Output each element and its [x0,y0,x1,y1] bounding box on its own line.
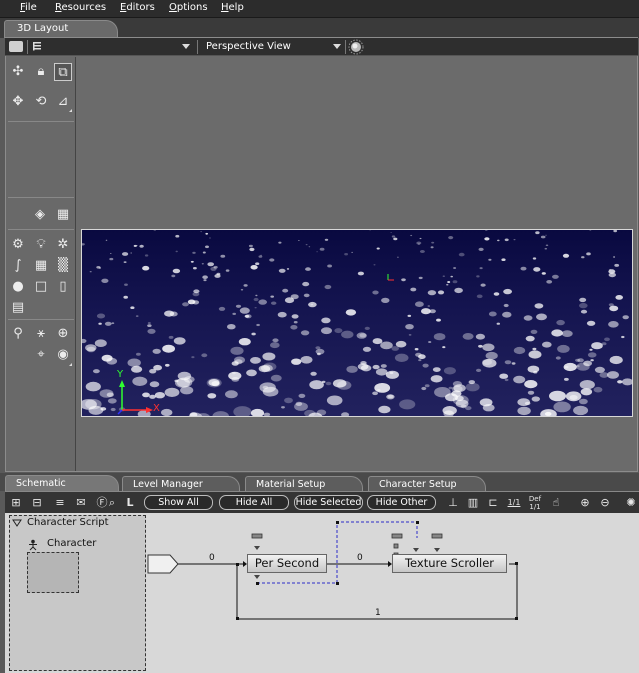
node-texture-scroller[interactable]: Texture Scroller [392,554,507,573]
wire-label: 1 [375,608,381,618]
wire-label: 0 [209,553,215,563]
wire-label: 0 [357,553,363,563]
node-per-second[interactable]: Per Second [247,554,327,573]
